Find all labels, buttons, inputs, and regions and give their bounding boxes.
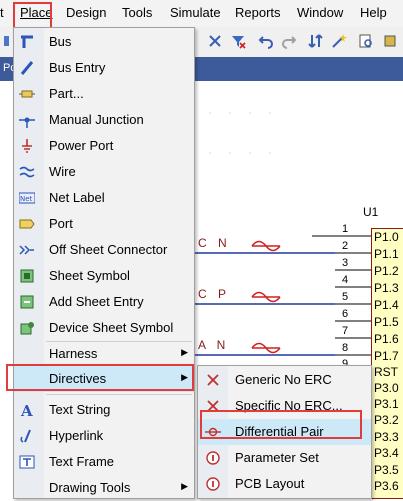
menu-item-power-port[interactable]: Power Port <box>14 133 194 159</box>
device-sheet-icon <box>20 322 34 335</box>
menu-item-net-label[interactable]: Net Net Label <box>14 185 194 211</box>
text-string-icon: A <box>20 402 33 418</box>
pin-name: P3.0 <box>374 381 399 395</box>
part-icon <box>19 90 35 98</box>
menu-item-add-sheet-entry[interactable]: Add Sheet Entry <box>14 289 194 315</box>
net-label[interactable]: C N <box>198 236 231 250</box>
pin-name: P3.2 <box>374 413 399 427</box>
pin-number: 8 <box>342 342 349 354</box>
hyperlink-icon <box>20 429 31 443</box>
pin-number: 1 <box>342 223 349 235</box>
submenu-arrow-icon: ▶ <box>181 347 188 357</box>
wand-icon[interactable] <box>331 33 347 49</box>
net-label[interactable]: C P <box>198 287 230 301</box>
clear-filter-icon[interactable] <box>230 33 246 49</box>
pin-name: P3.4 <box>374 446 399 460</box>
menu-help[interactable]: Help <box>360 5 387 20</box>
svg-text:A: A <box>20 402 33 418</box>
sheet-search-icon[interactable] <box>358 33 374 49</box>
menu-simulate[interactable]: Simulate <box>170 5 221 20</box>
pin-number: 2 <box>342 240 349 252</box>
hierarchy-icon[interactable] <box>308 33 324 49</box>
cross-select-icon[interactable] <box>207 33 223 49</box>
menu-item-drawing-tools[interactable]: Drawing Tools ▶ <box>14 475 194 501</box>
x-icon <box>207 374 219 386</box>
place-menu: Bus Bus Entry Part... Manual Junction Po… <box>13 27 195 499</box>
pin-number: 7 <box>342 325 349 337</box>
menu-reports[interactable]: Reports <box>235 5 281 20</box>
menu-item-off-sheet-connector[interactable]: Off Sheet Connector <box>14 237 194 263</box>
net-label[interactable]: A N <box>198 338 229 352</box>
menu-item-manual-junction[interactable]: Manual Junction <box>14 107 194 133</box>
svg-text:Net: Net <box>20 195 33 203</box>
directives-highlight-box <box>6 364 194 391</box>
pin-name: P1.2 <box>374 264 399 278</box>
pin-name: P1.5 <box>374 315 399 329</box>
menu-item-text-frame[interactable]: Text Frame <box>14 449 194 475</box>
menu-item-hyperlink[interactable]: Hyperlink <box>14 423 194 449</box>
pin-number: 6 <box>342 308 349 320</box>
menu-item-pcb-layout[interactable]: PCB Layout <box>198 471 371 497</box>
component-icon[interactable] <box>382 33 398 49</box>
menu-bar: t Place Design Tools Simulate Reports Wi… <box>0 0 403 27</box>
power-port-icon <box>22 139 32 153</box>
redo-icon[interactable] <box>281 33 297 49</box>
pin-name: RST <box>374 365 398 379</box>
menu-item-part[interactable]: Part... <box>14 81 194 107</box>
menu-tools[interactable]: Tools <box>122 5 152 20</box>
parameter-icon <box>206 477 220 491</box>
net-label-icon: Net <box>19 192 35 204</box>
menu-item-device-sheet-symbol[interactable]: Device Sheet Symbol <box>14 315 194 341</box>
pin-name: P3.5 <box>374 463 399 477</box>
differential-pair-highlight-box <box>200 410 362 439</box>
menu-item-generic-no-erc[interactable]: Generic No ERC <box>198 367 371 393</box>
menu-tools-partial[interactable]: t <box>0 5 4 20</box>
menu-item-parameter-set[interactable]: Parameter Set <box>198 445 371 471</box>
menu-design[interactable]: Design <box>66 5 106 20</box>
undo-icon[interactable] <box>258 33 274 49</box>
pin-name: P1.0 <box>374 230 399 244</box>
pin-number: 5 <box>342 291 349 303</box>
menu-item-sheet-symbol[interactable]: Sheet Symbol <box>14 263 194 289</box>
pin-name: P1.1 <box>374 247 399 261</box>
pin-name: P3.1 <box>374 397 399 411</box>
pin-number: 4 <box>342 274 349 286</box>
component-designator[interactable]: U1 <box>363 205 378 219</box>
off-sheet-connector-icon <box>19 245 34 255</box>
sheet-symbol-icon <box>20 269 34 283</box>
port-icon <box>19 219 35 229</box>
pin-number: 3 <box>342 257 349 269</box>
pin-name: P1.6 <box>374 332 399 346</box>
menu-item-bus-entry[interactable]: Bus Entry <box>14 55 194 81</box>
pin-name: P1.4 <box>374 298 399 312</box>
menu-item-bus[interactable]: Bus <box>14 29 194 55</box>
menu-separator <box>46 394 192 395</box>
wire-icon <box>19 166 35 178</box>
pin-name: P3.6 <box>374 479 399 493</box>
text-frame-icon <box>19 455 35 469</box>
pin-name: P1.7 <box>374 349 399 363</box>
menu-window[interactable]: Window <box>297 5 343 20</box>
menu-item-port[interactable]: Port <box>14 211 194 237</box>
junction-icon <box>19 117 35 128</box>
pin-name: P1.3 <box>374 281 399 295</box>
bus-entry-icon <box>20 61 34 75</box>
parameter-icon <box>206 451 220 465</box>
pin-name: P3.3 <box>374 430 399 444</box>
sheet-entry-icon <box>20 295 34 309</box>
menu-item-text-string[interactable]: A Text String <box>14 397 194 423</box>
menu-item-wire[interactable]: Wire <box>14 159 194 185</box>
submenu-arrow-icon: ▶ <box>181 481 188 491</box>
bus-icon <box>21 35 33 48</box>
place-highlight-box <box>13 2 52 29</box>
